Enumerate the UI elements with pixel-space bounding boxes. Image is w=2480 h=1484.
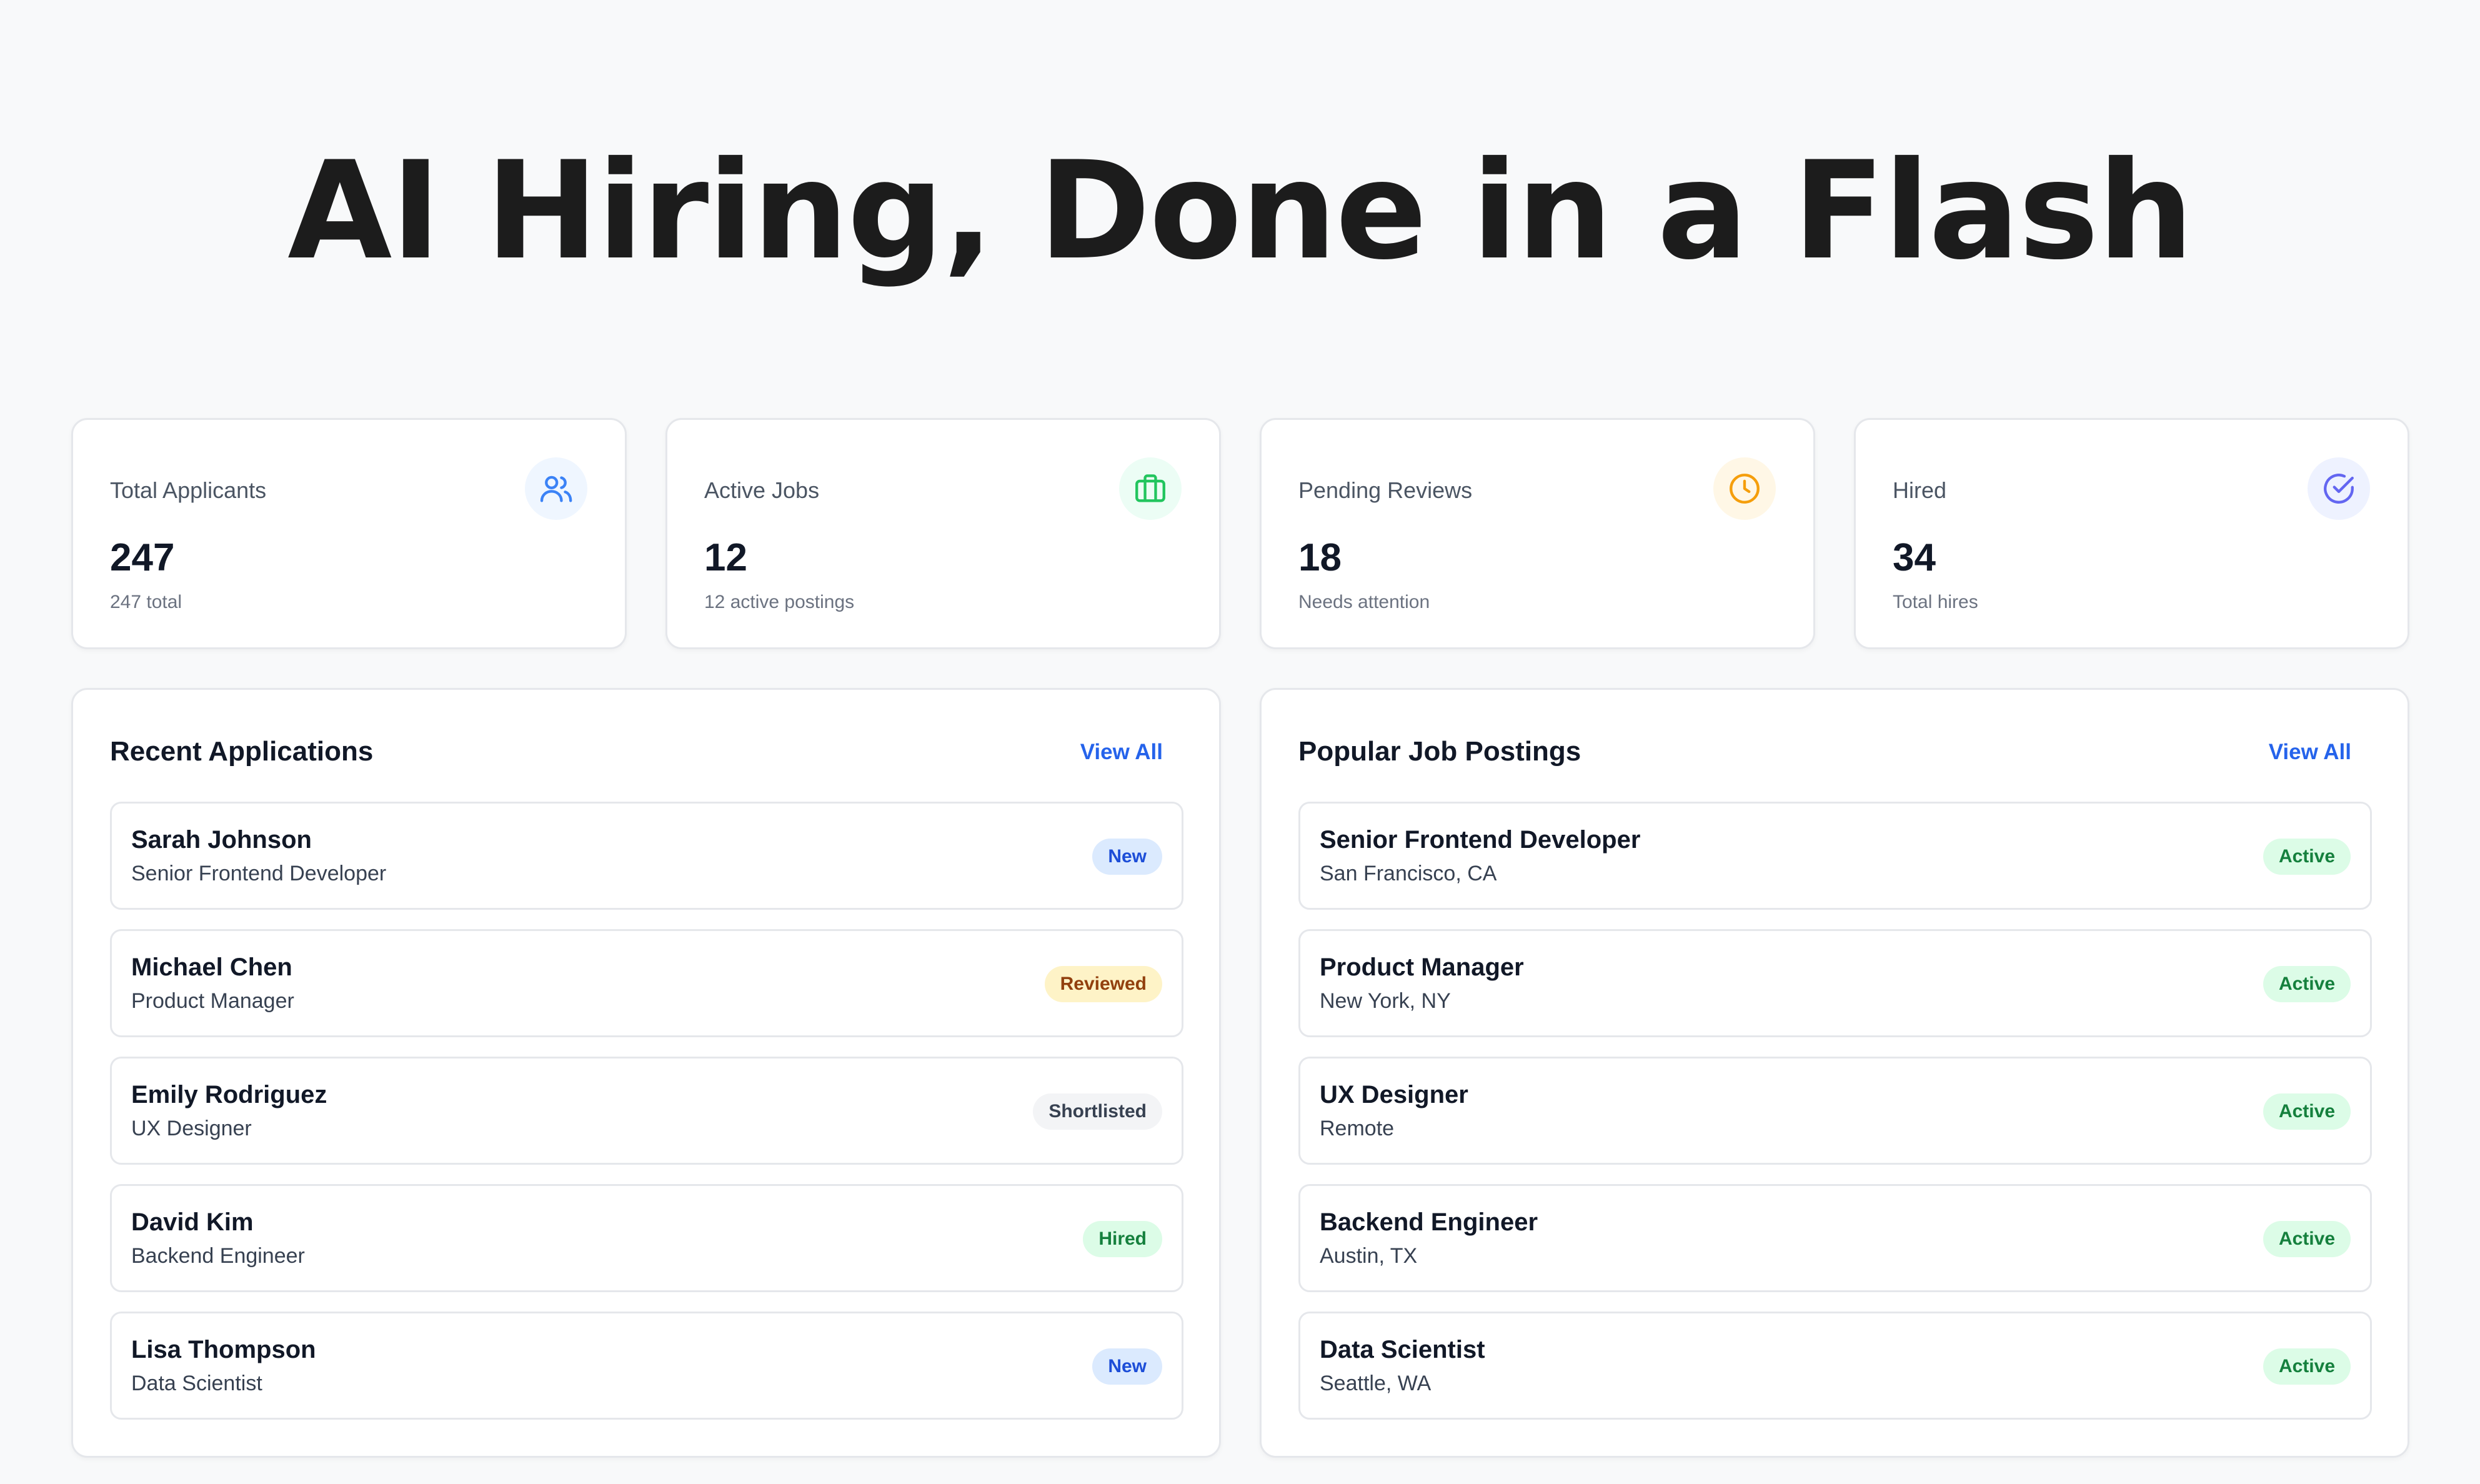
stat-value: 34: [1893, 536, 1936, 579]
panel-title: Popular Job Postings: [1298, 736, 1581, 767]
stat-value: 18: [1298, 536, 1342, 579]
stat-subtext: 247 total: [110, 592, 182, 612]
jobs-list: Senior Frontend Developer San Francisco,…: [1298, 802, 2372, 1420]
view-all-applications-link[interactable]: View All: [1080, 740, 1163, 765]
stat-card-hired: Hired 34 Total hires: [1854, 418, 2409, 649]
applications-list: Sarah Johnson Senior Frontend Developer …: [110, 802, 1183, 1420]
job-location: San Francisco, CA: [1320, 862, 1497, 885]
applicant-role: Senior Frontend Developer: [131, 862, 387, 885]
panel-title: Recent Applications: [110, 736, 374, 767]
stat-label: Hired: [1893, 477, 1947, 503]
application-row[interactable]: David Kim Backend Engineer Hired: [110, 1184, 1183, 1292]
applicant-role: Backend Engineer: [131, 1244, 305, 1268]
stat-card-pending-reviews: Pending Reviews 18 Needs attention: [1260, 418, 1815, 649]
stat-subtext: 12 active postings: [704, 592, 855, 612]
application-row[interactable]: Michael Chen Product Manager Reviewed: [110, 929, 1183, 1037]
job-row[interactable]: Product Manager New York, NY Active: [1298, 929, 2372, 1037]
applicant-name: Sarah Johnson: [131, 826, 312, 854]
stat-value: 12: [704, 536, 747, 579]
status-badge: Hired: [1083, 1221, 1162, 1257]
stat-value: 247: [110, 536, 175, 579]
applicant-name: Michael Chen: [131, 954, 292, 981]
status-badge: Active: [2263, 1221, 2351, 1257]
application-row[interactable]: Sarah Johnson Senior Frontend Developer …: [110, 802, 1183, 910]
clock-icon: [1713, 457, 1776, 520]
job-title: Backend Engineer: [1320, 1208, 1538, 1236]
job-location: Seattle, WA: [1320, 1372, 1432, 1395]
stat-card-active-jobs: Active Jobs 12 12 active postings: [665, 418, 1221, 649]
applicant-name: David Kim: [131, 1208, 254, 1236]
hero-title: AI Hiring, Done in a Flash: [287, 132, 2194, 289]
stat-label: Pending Reviews: [1298, 477, 1473, 503]
applicant-role: Product Manager: [131, 989, 294, 1013]
job-row[interactable]: Backend Engineer Austin, TX Active: [1298, 1184, 2372, 1292]
users-icon: [525, 457, 587, 520]
application-row[interactable]: Lisa Thompson Data Scientist New: [110, 1312, 1183, 1420]
application-row[interactable]: Emily Rodriguez UX Designer Shortlisted: [110, 1057, 1183, 1165]
applicant-name: Lisa Thompson: [131, 1336, 316, 1363]
job-title: Data Scientist: [1320, 1336, 1485, 1363]
stat-subtext: Needs attention: [1298, 592, 1430, 612]
stat-card-total-applicants: Total Applicants 247 247 total: [71, 418, 627, 649]
job-location: Remote: [1320, 1117, 1395, 1140]
panels-row: Recent Applications View All Sarah Johns…: [71, 688, 2409, 1458]
job-title: UX Designer: [1320, 1081, 1468, 1108]
check-circle-icon: [2308, 457, 2370, 520]
stat-subtext: Total hires: [1893, 592, 1978, 612]
job-title: Senior Frontend Developer: [1320, 826, 1641, 854]
applicant-name: Emily Rodriguez: [131, 1081, 327, 1108]
status-badge: Shortlisted: [1033, 1093, 1162, 1130]
job-row[interactable]: UX Designer Remote Active: [1298, 1057, 2372, 1165]
job-location: Austin, TX: [1320, 1244, 1418, 1268]
status-badge: New: [1092, 1348, 1162, 1385]
briefcase-icon: [1119, 457, 1182, 520]
view-all-jobs-link[interactable]: View All: [2269, 740, 2351, 765]
status-badge: Active: [2263, 839, 2351, 875]
status-badge: Reviewed: [1044, 966, 1162, 1002]
recent-applications-panel: Recent Applications View All Sarah Johns…: [71, 688, 1221, 1458]
stats-row: Total Applicants 247 247 total Active Jo…: [71, 418, 2409, 649]
job-row[interactable]: Senior Frontend Developer San Francisco,…: [1298, 802, 2372, 910]
job-location: New York, NY: [1320, 989, 1451, 1013]
applicant-role: UX Designer: [131, 1117, 252, 1140]
status-badge: Active: [2263, 1348, 2351, 1385]
job-title: Product Manager: [1320, 954, 1524, 981]
status-badge: New: [1092, 839, 1162, 875]
dashboard-page: AI Hiring, Done in a Flash Total Applica…: [0, 0, 2480, 1484]
status-badge: Active: [2263, 1093, 2351, 1130]
stat-label: Active Jobs: [704, 477, 820, 503]
applicant-role: Data Scientist: [131, 1372, 262, 1395]
job-row[interactable]: Data Scientist Seattle, WA Active: [1298, 1312, 2372, 1420]
status-badge: Active: [2263, 966, 2351, 1002]
popular-jobs-panel: Popular Job Postings View All Senior Fro…: [1260, 688, 2409, 1458]
stat-label: Total Applicants: [110, 477, 267, 503]
